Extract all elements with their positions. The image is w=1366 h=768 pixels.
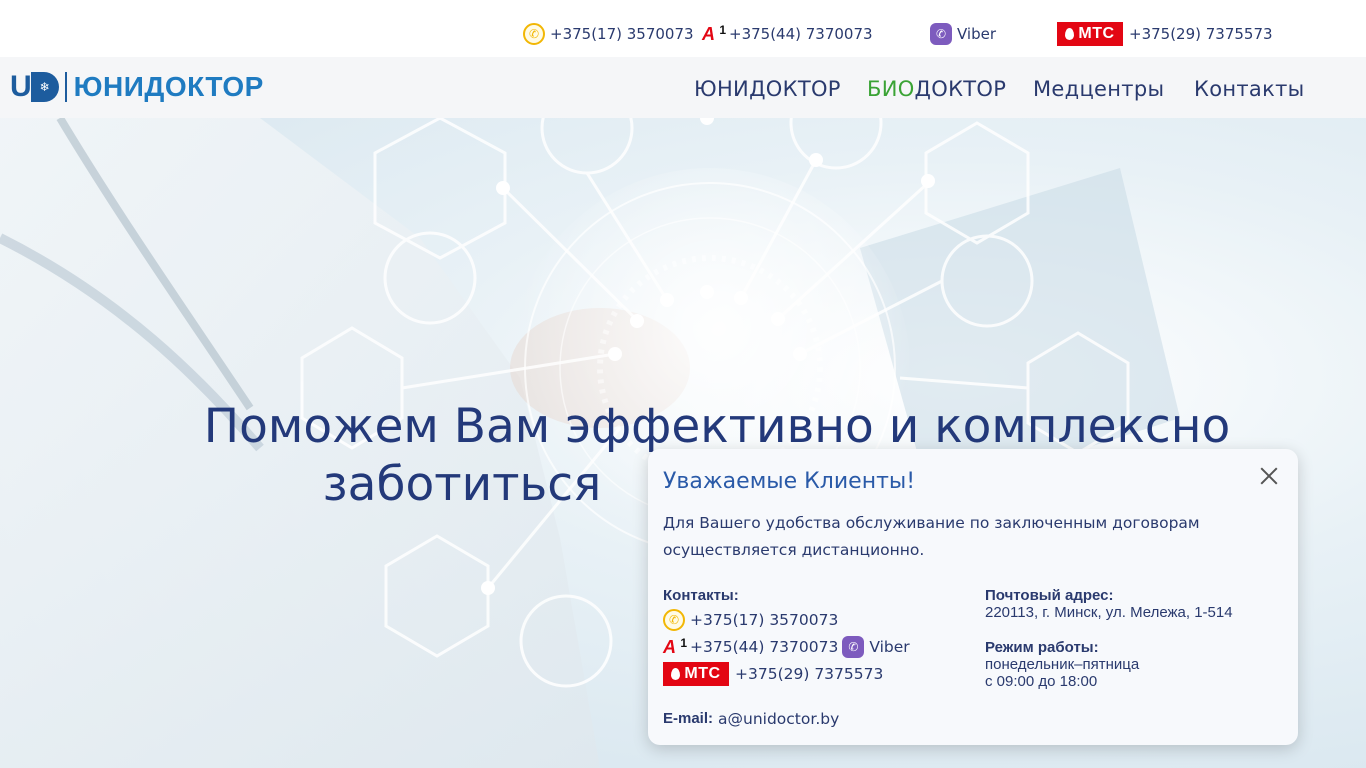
nav-item-contacts[interactable]: Контакты xyxy=(1194,77,1305,101)
modal-email[interactable]: E-mail: a@unidoctor.by xyxy=(663,705,983,732)
email-label: E-mail: xyxy=(663,710,714,727)
mts-operator-icon: МТС xyxy=(663,661,729,686)
nav-item-unidoctor[interactable]: ЮНИДОКТОР xyxy=(694,77,841,101)
hero-headline-line1: Поможем Вам эффективно и комплексно xyxy=(203,399,1231,454)
modal-phone-a1[interactable]: A1 +375(44) 7370073 ✆ Viber xyxy=(663,633,983,660)
modal-phone-city[interactable]: ✆ +375(17) 3570073 xyxy=(663,606,983,633)
modal-title: Уважаемые Клиенты! xyxy=(663,469,916,494)
logo-text: ЮНИДОКТОР xyxy=(73,71,264,102)
hours-label: Режим работы: xyxy=(985,639,1099,656)
modal-address-block: Почтовый адрес: 220113, г. Минск, ул. Ме… xyxy=(985,587,1265,690)
modal-viber-label[interactable]: Viber xyxy=(869,638,909,656)
main-navbar: U ❄ ЮНИДОКТОР ЮНИДОКТОР БИОДОКТОР Медцен… xyxy=(0,57,1366,118)
close-icon[interactable] xyxy=(1258,465,1280,487)
mts-operator-icon: МТС xyxy=(1057,22,1123,46)
modal-contacts: Контакты: ✆ +375(17) 3570073 A1 +375(44)… xyxy=(663,587,983,732)
phone-icon: ✆ xyxy=(663,608,685,631)
email-link[interactable]: a@unidoctor.by xyxy=(718,710,839,728)
top-contact-bar: ✆ +375(17) 3570073 A1 +375(44) 7370073 ✆… xyxy=(0,0,1366,57)
nav-item-medcenters[interactable]: Медцентры xyxy=(1033,77,1164,101)
nav-item-biodoctor[interactable]: БИОДОКТОР xyxy=(867,77,1006,101)
modal-message: Для Вашего удобства обслуживание по закл… xyxy=(663,514,1200,559)
phone-icon: ✆ xyxy=(523,23,545,45)
a1-operator-icon: A1 xyxy=(663,635,687,657)
logo-divider xyxy=(64,72,67,102)
viber-label[interactable]: Viber xyxy=(957,25,996,43)
topbar-phone-mts[interactable]: МТС +375(29) 7375573 xyxy=(1057,22,1273,46)
viber-icon: ✆ xyxy=(842,635,865,658)
topbar-viber[interactable]: ✆ Viber xyxy=(930,22,996,46)
logo-snowflake-icon: ❄ xyxy=(30,72,59,102)
phone-a1-number[interactable]: +375(44) 7370073 xyxy=(729,25,873,43)
hours-days: понедельник–пятница xyxy=(985,656,1140,673)
hours-time: с 09:00 до 18:00 xyxy=(985,673,1098,690)
address-text: 220113, г. Минск, ул. Мележа, 1-514 xyxy=(985,604,1233,621)
topbar-phone-city[interactable]: ✆ +375(17) 3570073 xyxy=(523,22,694,46)
address-label: Почтовый адрес: xyxy=(985,587,1114,604)
a1-operator-icon: A1 xyxy=(702,23,726,44)
topbar-phone-a1[interactable]: A1 +375(44) 7370073 xyxy=(702,22,873,46)
notice-modal: Уважаемые Клиенты! Для Вашего удобства о… xyxy=(648,449,1298,745)
viber-icon: ✆ xyxy=(930,23,952,45)
site-logo[interactable]: U ❄ ЮНИДОКТОР xyxy=(10,70,264,103)
phone-mts-number[interactable]: +375(29) 7375573 xyxy=(1129,25,1273,43)
modal-phone-mts[interactable]: МТС +375(29) 7375573 xyxy=(663,660,983,687)
phone-city-number[interactable]: +375(17) 3570073 xyxy=(550,25,694,43)
logo-mark: U ❄ xyxy=(10,70,59,103)
contacts-label: Контакты: xyxy=(663,587,739,604)
